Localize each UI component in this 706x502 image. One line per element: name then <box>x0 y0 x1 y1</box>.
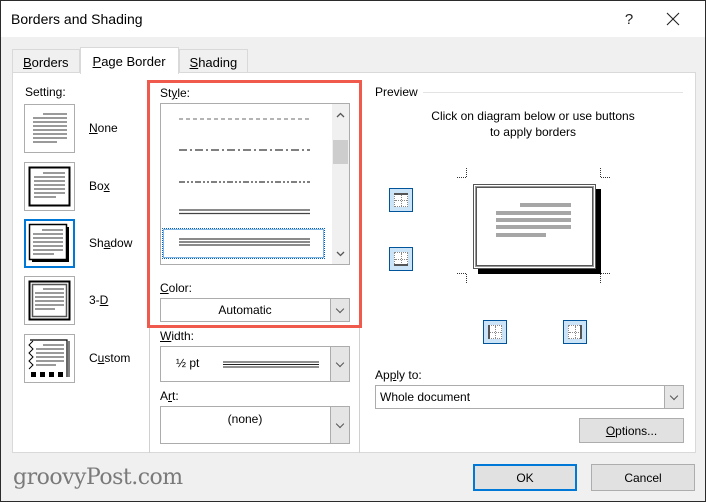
art-value: (none) <box>227 412 263 426</box>
preview-diagram[interactable] <box>457 168 617 283</box>
tab-accel: B <box>23 54 32 70</box>
cancel-button[interactable]: Cancel <box>591 464 695 491</box>
color-dropdown[interactable]: Automatic <box>160 298 350 322</box>
setting-label: Setting: <box>25 85 66 99</box>
tab-label: hading <box>198 54 238 70</box>
apply-to-dropdown[interactable]: Whole document <box>375 385 684 409</box>
right-border-icon <box>568 325 582 339</box>
scroll-up-icon[interactable] <box>332 106 349 123</box>
tab-borders[interactable]: Borders <box>12 49 80 74</box>
setting-3d[interactable]: 3-D <box>24 276 144 326</box>
chevron-down-icon[interactable] <box>330 407 349 443</box>
preview-divider <box>423 92 683 93</box>
apply-to-value: Whole document <box>380 390 471 404</box>
style-label: Style: <box>160 86 191 100</box>
watermark: groovyPost.com <box>13 465 183 490</box>
scroll-down-icon[interactable] <box>332 245 349 262</box>
chevron-down-icon[interactable] <box>330 347 349 381</box>
style-option-double[interactable] <box>179 209 310 215</box>
dialog-title: Borders and Shading <box>11 11 143 27</box>
right-border-button[interactable] <box>563 320 587 344</box>
setting-custom-label: Custom <box>89 351 131 365</box>
help-icon: ? <box>624 10 634 28</box>
tab-strip: Borders Page Border Shading <box>12 47 249 74</box>
color-value: Automatic <box>218 303 272 317</box>
art-label: Art: <box>160 389 179 403</box>
page-box-border-icon <box>24 162 75 211</box>
page-custom-border-icon <box>24 334 75 383</box>
close-button[interactable] <box>659 7 687 31</box>
art-dropdown[interactable]: (none) <box>160 406 350 444</box>
corner-mark-icon <box>457 168 467 178</box>
corner-mark-icon <box>457 273 467 283</box>
apply-to-label: Apply to: <box>375 368 422 382</box>
preview-hint-line2: to apply borders <box>489 125 577 139</box>
setting-shadow-label: Shadow <box>89 236 133 250</box>
options-label: ptions... <box>615 423 658 438</box>
setting-box[interactable]: Box <box>24 162 144 212</box>
tab-page-border[interactable]: Page Border <box>79 47 179 74</box>
style-option-dashed[interactable] <box>179 117 310 121</box>
top-border-button[interactable] <box>389 188 413 212</box>
width-label: Width: <box>160 329 195 343</box>
options-button[interactable]: Options... <box>579 418 684 443</box>
help-button[interactable]: ? <box>615 7 643 31</box>
preview-label: Preview <box>375 85 418 99</box>
page-no-border-icon <box>24 104 75 153</box>
tab-accel: P <box>92 53 102 69</box>
options-accel: O <box>605 423 616 438</box>
bottom-border-icon <box>394 252 408 266</box>
corner-mark-icon <box>600 273 610 283</box>
style-option-triple[interactable] <box>179 238 310 246</box>
chevron-down-icon[interactable] <box>664 386 683 408</box>
style-listbox[interactable] <box>160 103 350 265</box>
bottom-border-button[interactable] <box>389 247 413 271</box>
tab-shading[interactable]: Shading <box>178 49 249 74</box>
style-scrollbar[interactable] <box>332 104 349 264</box>
preview-page <box>473 184 596 269</box>
tab-label: age Border <box>101 53 166 69</box>
page-3d-border-icon <box>24 276 75 325</box>
style-option-dash-dot[interactable] <box>179 148 310 152</box>
page-border-panel: Setting: None Box Shadow 3-D Custom Styl… <box>12 72 696 453</box>
setting-box-label: Box <box>89 179 110 193</box>
setting-shadow[interactable]: Shadow <box>24 219 144 269</box>
setting-none[interactable]: None <box>24 104 144 154</box>
setting-3d-label: 3-D <box>89 293 109 307</box>
scroll-thumb[interactable] <box>333 140 348 164</box>
borders-and-shading-dialog: Borders and Shading ? Borders Page Borde… <box>0 0 706 502</box>
style-option-dash-dot-dot[interactable] <box>179 180 310 184</box>
preview-hint: Click on diagram below or use buttons to… <box>393 108 673 140</box>
tab-label: orders <box>31 54 69 70</box>
setting-custom[interactable]: Custom <box>24 334 144 384</box>
preview-hint-line1: Click on diagram below or use buttons <box>431 109 635 123</box>
title-bar: Borders and Shading ? <box>1 1 705 37</box>
top-border-icon <box>394 193 408 207</box>
tab-accel: S <box>189 54 199 70</box>
chevron-down-icon[interactable] <box>330 299 349 321</box>
width-line-preview <box>223 361 319 368</box>
close-icon <box>666 12 680 26</box>
width-value: ½ pt <box>176 356 200 370</box>
width-dropdown[interactable]: ½ pt <box>160 346 350 382</box>
setting-none-label: None <box>89 121 118 135</box>
corner-mark-icon <box>600 168 610 178</box>
left-border-button[interactable] <box>483 320 507 344</box>
ok-button[interactable]: OK <box>473 464 577 491</box>
page-shadow-border-icon <box>24 219 75 268</box>
color-label: Color: <box>160 281 193 295</box>
left-border-icon <box>488 325 502 339</box>
